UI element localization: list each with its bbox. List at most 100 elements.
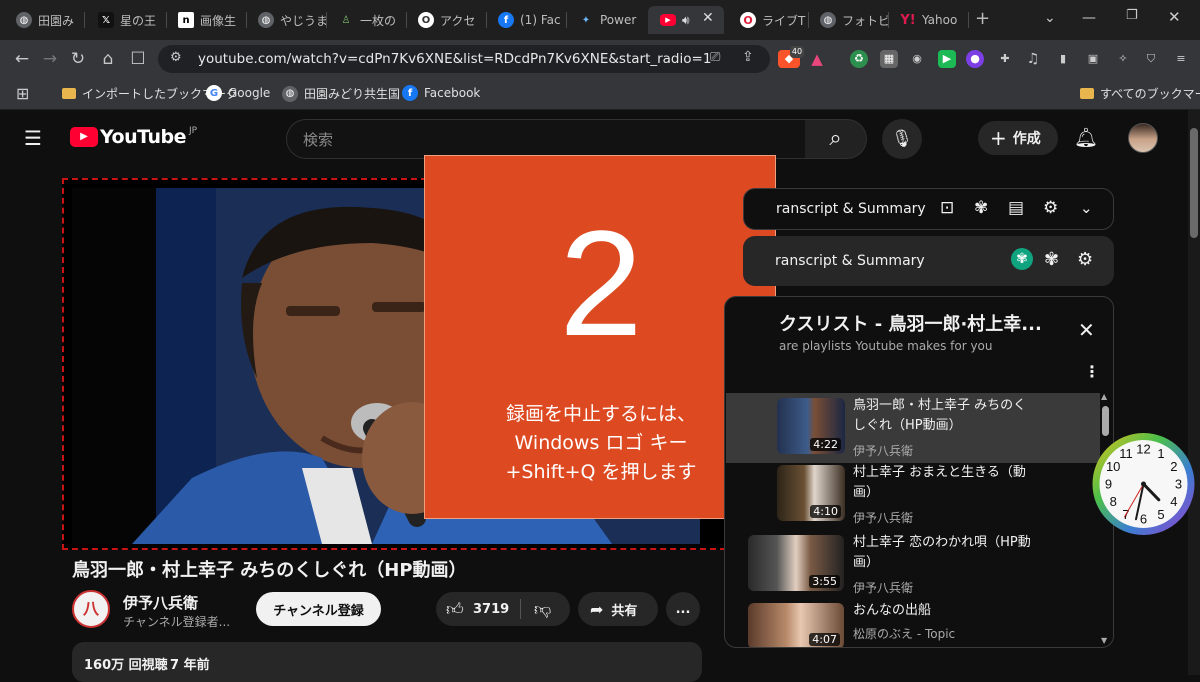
create-button[interactable]: + 作成 — [978, 121, 1058, 155]
back-arrow-icon[interactable]: ← — [12, 49, 32, 69]
transcript-summary-panel-2[interactable]: ranscript & Summary ✾ ✾ ⚙ — [743, 236, 1114, 286]
browser-tab-1[interactable]: 𝕏 星の王 — [86, 6, 166, 34]
media-control-icon[interactable]: ♫ — [1024, 50, 1042, 68]
browser-tab-9[interactable]: O ライブT — [728, 6, 808, 34]
thumbs-up-icon[interactable]: 👍︎ — [446, 599, 464, 620]
playlist-menu-icon[interactable]: ⋮ — [1084, 362, 1100, 381]
youtube-logo[interactable]: ▶ YouTube JP — [70, 126, 197, 148]
extension-player-icon[interactable]: ▶ — [938, 50, 956, 68]
chevron-down-icon[interactable]: ⌄ — [1080, 199, 1093, 217]
bookmark-denen[interactable]: ◍ 田園みどり共生国 — [282, 85, 400, 102]
voice-search-button[interactable]: 🎙︎ — [882, 119, 922, 159]
share-button[interactable]: ➦ 共有 — [578, 592, 658, 626]
browser-tab-active[interactable]: ▶ 🔊︎ ✕ — [648, 6, 724, 34]
extensions-puzzle-icon[interactable]: ✚ — [996, 50, 1014, 68]
forward-arrow-icon[interactable]: → — [40, 49, 60, 69]
upload-age: 7 年前 — [170, 658, 210, 673]
search-button[interactable]: ⌕ — [805, 119, 867, 159]
chatgpt-icon[interactable]: ✾ — [1011, 248, 1033, 270]
chatgpt-icon[interactable]: ✾ — [974, 198, 988, 218]
tab-label: Yahoo — [922, 13, 958, 27]
extension-chat-icon[interactable]: ● — [966, 50, 984, 68]
playlist-item[interactable]: 3:55 村上幸子 恋のわかれ唄（HP動 画） 伊予八兵衛 — [748, 533, 1098, 599]
bookmark-google[interactable]: G Google — [206, 85, 270, 101]
browser-tab-2[interactable]: n 画像生 — [166, 6, 246, 34]
browser-tab-7[interactable]: ✦ Power — [566, 6, 646, 34]
new-tab-button[interactable]: + — [975, 8, 990, 29]
notifications-bell-icon[interactable]: 🔔︎ — [1074, 126, 1098, 149]
thumbs-down-icon[interactable]: 👎︎ — [534, 599, 551, 620]
extension-green-icon[interactable]: ♻ — [850, 50, 868, 68]
openai-icon[interactable]: ✾ — [1044, 249, 1059, 270]
clock-number: 2 — [1170, 459, 1177, 474]
description-box[interactable]: 160万 回視聴 7 年前 — [72, 642, 702, 682]
settings-gear-icon[interactable]: ⚙ — [1043, 198, 1058, 218]
browser-tab-4[interactable]: ♙ 一枚の — [326, 6, 406, 34]
bookmark-all[interactable]: すべてのブックマーク — [1080, 85, 1200, 102]
brave-rewards-icon[interactable]: ▲ — [808, 50, 826, 68]
vpn-icon[interactable]: ⛉ — [1142, 50, 1160, 68]
search-placeholder: 検索 — [303, 131, 334, 149]
page-scrollbar[interactable] — [1188, 110, 1200, 675]
avatar[interactable] — [1128, 123, 1158, 153]
robot-icon[interactable]: ⊡ — [940, 198, 954, 218]
clock-number: 1 — [1157, 446, 1164, 461]
close-tab-icon[interactable]: ✕ — [702, 10, 714, 26]
document-icon[interactable]: ▤ — [1008, 198, 1024, 218]
clock-number: 6 — [1140, 512, 1147, 527]
browser-tab-11[interactable]: Y! Yahoo — [888, 6, 968, 34]
leo-ai-icon[interactable]: ✧ — [1114, 50, 1132, 68]
hamburger-menu-icon[interactable]: ☰ — [24, 126, 42, 150]
qr-code-icon[interactable]: ▦ — [880, 50, 898, 68]
browser-tab-0[interactable]: ◍ 田園み — [4, 6, 86, 34]
clock-number: 3 — [1175, 477, 1182, 492]
scroll-up-arrow-icon[interactable]: ▲ — [1101, 392, 1107, 401]
video-title: 鳥羽一郎・村上幸子 みちのくしぐれ（HP動画） — [72, 560, 467, 581]
home-icon[interactable]: ⌂ — [98, 49, 118, 69]
apps-grid-icon[interactable]: ⊞ — [16, 84, 29, 103]
bookmark-icon[interactable]: ☐ — [128, 49, 148, 69]
clock-number: 8 — [1110, 494, 1117, 509]
search-input[interactable]: 検索 — [286, 119, 806, 159]
install-app-icon[interactable]: ⎚ — [710, 50, 720, 65]
playlist-item[interactable]: 4:22 鳥羽一郎・村上幸子 みちのく しぐれ（HP動画） 伊予八兵衛 — [748, 396, 1098, 462]
playlist-item[interactable]: 4:07 おんなの出船 松原のぶえ - Topic — [748, 601, 1098, 647]
browser-tab-3[interactable]: ◍ やじうま — [246, 6, 326, 34]
playlist-item[interactable]: 4:10 村上幸子 おまえと生きる（動 画） 伊予八兵衛 — [748, 463, 1098, 529]
reload-icon[interactable]: ↻ — [68, 49, 88, 69]
transcript-summary-panel-1[interactable]: ranscript & Summary ⊡ ✾ ▤ ⚙ ⌄ — [743, 188, 1114, 230]
more-actions-button[interactable]: ... — [666, 592, 700, 626]
url-text[interactable]: youtube.com/watch?v=cdPn7Kv6XNE&list=RDc… — [198, 45, 711, 73]
camera-icon[interactable]: ◉ — [908, 50, 926, 68]
tab-search-icon[interactable]: ⌄ — [1044, 10, 1056, 26]
channel-avatar[interactable]: 八 — [72, 590, 110, 628]
close-playlist-icon[interactable]: ✕ — [1078, 318, 1095, 342]
butterfly-icon: ✦ — [581, 14, 591, 26]
sidebar-toggle-icon[interactable]: ▮ — [1054, 50, 1072, 68]
minimize-button[interactable]: — — [1082, 10, 1096, 26]
like-count[interactable]: 3719 — [473, 602, 509, 617]
clock-number: 4 — [1170, 494, 1177, 509]
browser-tab-5[interactable]: O アクセ — [406, 6, 486, 34]
wallet-icon[interactable]: ▣ — [1084, 50, 1102, 68]
tab-label: 画像生 — [200, 13, 237, 28]
scrollbar-thumb[interactable] — [1190, 128, 1198, 238]
subscribe-button[interactable]: チャンネル登録 — [256, 592, 381, 626]
desktop-clock-widget[interactable]: 121234567891011 — [1091, 430, 1196, 538]
settings-gear-icon[interactable]: ⚙ — [1077, 249, 1093, 270]
menu-icon[interactable]: ≡ — [1172, 50, 1190, 68]
scroll-down-arrow-icon[interactable]: ▼ — [1101, 636, 1107, 645]
bookmark-facebook[interactable]: f Facebook — [402, 85, 480, 101]
subscriber-count: チャンネル登録者... — [123, 615, 231, 629]
browser-tab-6[interactable]: f (1) Fac — [486, 6, 566, 34]
channel-name[interactable]: 伊予八兵衛 — [123, 592, 198, 613]
video-thumbnail: 4:10 — [777, 465, 845, 521]
close-window-button[interactable]: ✕ — [1168, 8, 1181, 26]
site-settings-icon[interactable]: ⚙ — [170, 50, 182, 65]
opera-red-icon: O — [740, 12, 756, 28]
address-bar[interactable]: ⚙ youtube.com/watch?v=cdPn7Kv6XNE&list=R… — [158, 45, 770, 73]
speaker-icon[interactable]: 🔊︎ — [682, 13, 690, 28]
browser-tab-10[interactable]: ◍ フォトビ — [808, 6, 888, 34]
share-page-icon[interactable]: ⇪ — [742, 49, 754, 65]
restore-button[interactable]: ❐ — [1126, 8, 1138, 23]
